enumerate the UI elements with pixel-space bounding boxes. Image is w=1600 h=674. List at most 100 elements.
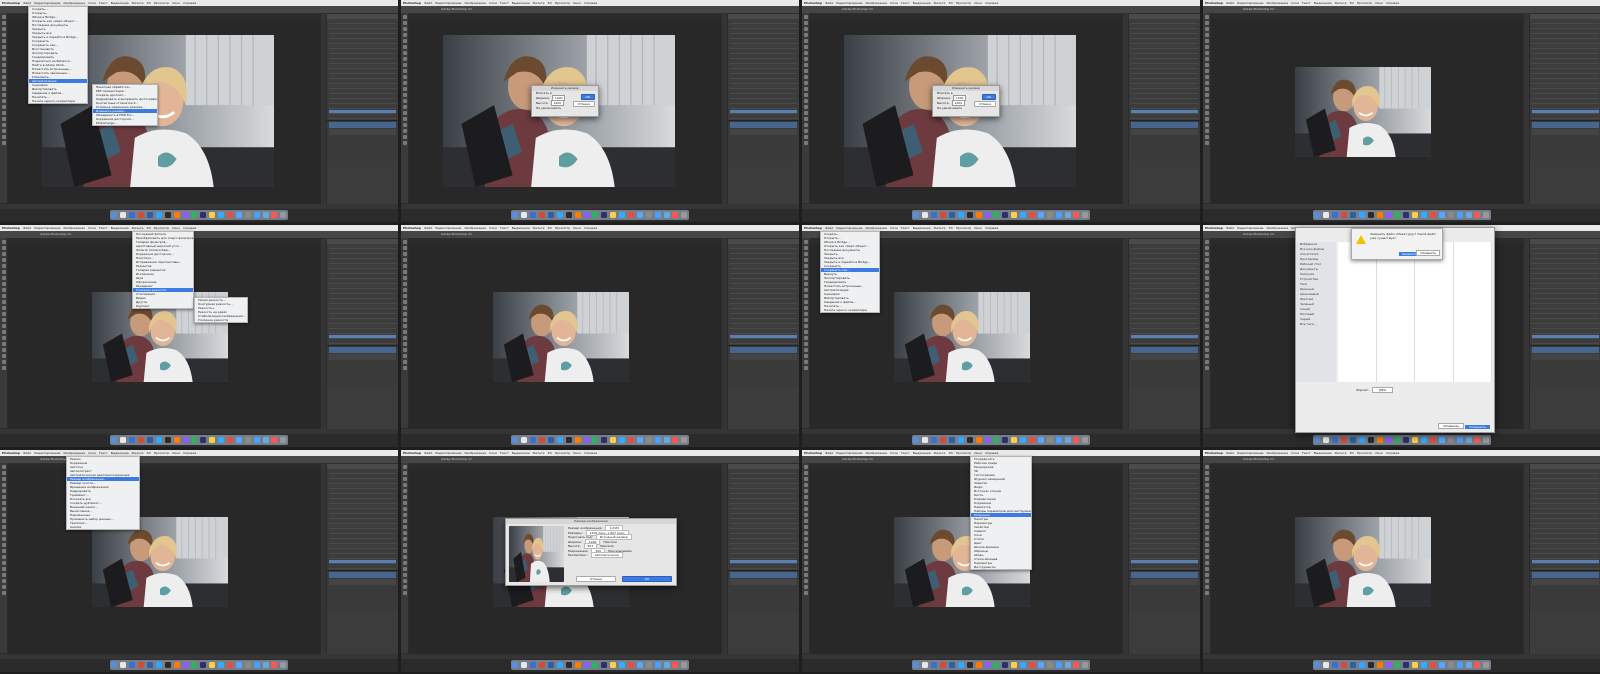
- action-row[interactable]: [1532, 35, 1599, 39]
- action-row[interactable]: [1532, 335, 1599, 339]
- dock-app-icon[interactable]: [966, 662, 973, 668]
- tool-icon[interactable]: [1204, 306, 1209, 310]
- action-row[interactable]: [1532, 315, 1599, 319]
- dock-app-icon[interactable]: [1037, 437, 1044, 443]
- action-row[interactable]: [329, 515, 396, 519]
- dock-app-icon[interactable]: [253, 662, 260, 668]
- action-row[interactable]: [1532, 50, 1599, 54]
- file-row[interactable]: [1377, 310, 1415, 314]
- menu-3[interactable]: Слои: [88, 1, 96, 5]
- tool-icon[interactable]: [1204, 519, 1209, 523]
- tool-icon[interactable]: [1, 258, 6, 262]
- dock-app-icon[interactable]: [1376, 212, 1383, 218]
- action-row[interactable]: [1532, 510, 1599, 514]
- tool-icon[interactable]: [1204, 276, 1209, 280]
- tool-icon[interactable]: [1204, 531, 1209, 535]
- dock-app-icon[interactable]: [1314, 662, 1321, 668]
- dock-app-icon[interactable]: [984, 212, 991, 218]
- cancel-button[interactable]: Отмена: [576, 576, 616, 582]
- tool-icon[interactable]: [402, 75, 407, 79]
- dock-app-icon[interactable]: [1412, 437, 1419, 443]
- tool-icon[interactable]: [1204, 312, 1209, 316]
- dock-app-icon[interactable]: [262, 662, 269, 668]
- tool-icon[interactable]: [402, 117, 407, 121]
- menu-1[interactable]: Редактирование: [435, 226, 461, 230]
- layer-row[interactable]: [329, 579, 396, 585]
- dock-app-icon[interactable]: [619, 437, 626, 443]
- action-row[interactable]: [329, 565, 396, 569]
- tool-icon[interactable]: [1204, 330, 1209, 334]
- action-row[interactable]: [1131, 65, 1198, 69]
- tool-icon[interactable]: [1, 27, 6, 31]
- layer-row[interactable]: [1532, 129, 1599, 135]
- action-row[interactable]: [1131, 95, 1198, 99]
- panel-tabs[interactable]: [327, 14, 398, 19]
- menu-2[interactable]: Изображение: [866, 1, 888, 5]
- action-row[interactable]: [329, 540, 396, 544]
- menu-8[interactable]: Просмотр: [154, 226, 169, 230]
- action-row[interactable]: [1131, 25, 1198, 29]
- dock-app-icon[interactable]: [1367, 437, 1374, 443]
- dock-app-icon[interactable]: [1350, 437, 1356, 443]
- action-row[interactable]: [1131, 335, 1198, 339]
- action-row[interactable]: [329, 105, 396, 109]
- action-row[interactable]: [1532, 500, 1599, 504]
- menu-9[interactable]: Окно: [573, 451, 581, 455]
- action-row[interactable]: [1131, 505, 1198, 509]
- dock-app-icon[interactable]: [1011, 212, 1018, 218]
- action-row[interactable]: [1131, 540, 1198, 544]
- tool-icon[interactable]: [803, 324, 808, 328]
- action-row[interactable]: [1532, 550, 1599, 554]
- tool-icon[interactable]: [402, 537, 407, 541]
- tool-icon[interactable]: [803, 573, 808, 577]
- tool-icon[interactable]: [1204, 69, 1209, 73]
- action-row[interactable]: [329, 85, 396, 89]
- dock-app-icon[interactable]: [663, 437, 670, 443]
- tool-icon[interactable]: [1204, 507, 1209, 511]
- dock-app-icon[interactable]: [120, 662, 127, 668]
- dock-app-icon[interactable]: [1465, 662, 1472, 668]
- menu-8[interactable]: Просмотр: [555, 1, 570, 5]
- menu-8[interactable]: Просмотр: [154, 1, 169, 5]
- app-menu[interactable]: Photoshop: [1205, 226, 1223, 230]
- tool-icon[interactable]: [803, 330, 808, 334]
- dock-app-icon[interactable]: [1046, 212, 1053, 218]
- menu-2[interactable]: Изображение: [1267, 451, 1289, 455]
- dock-app-icon[interactable]: [957, 662, 964, 668]
- tool-icon[interactable]: [402, 585, 407, 589]
- tool-icon[interactable]: [1204, 21, 1209, 25]
- menu-10[interactable]: Справка: [183, 1, 196, 5]
- tool-icon[interactable]: [1204, 294, 1209, 298]
- action-row[interactable]: [730, 305, 797, 309]
- menu-5[interactable]: Выделение: [111, 451, 129, 455]
- panel-tabs[interactable]: [1530, 14, 1600, 19]
- dock-app-icon[interactable]: [565, 437, 572, 443]
- dock-app-icon[interactable]: [1421, 437, 1428, 443]
- menu-2[interactable]: Изображение: [866, 451, 888, 455]
- action-row[interactable]: [1532, 85, 1599, 89]
- action-row[interactable]: [329, 30, 396, 34]
- tool-icon[interactable]: [402, 294, 407, 298]
- tool-icon[interactable]: [803, 69, 808, 73]
- action-row[interactable]: [1532, 475, 1599, 479]
- menu-2[interactable]: Изображение: [64, 226, 86, 230]
- tool-icon[interactable]: [1, 501, 6, 505]
- menu-9[interactable]: Окно: [1375, 1, 1383, 5]
- menu-6[interactable]: Фильтр: [1335, 1, 1347, 5]
- dock-app-icon[interactable]: [628, 437, 635, 443]
- action-row[interactable]: [1532, 325, 1599, 329]
- tool-icon[interactable]: [402, 282, 407, 286]
- tool-icon[interactable]: [1, 276, 6, 280]
- tool-icon[interactable]: [402, 15, 407, 19]
- action-row[interactable]: [1532, 490, 1599, 494]
- tool-icon[interactable]: [1204, 141, 1209, 145]
- action-row[interactable]: [730, 555, 797, 559]
- tool-icon[interactable]: [1, 324, 6, 328]
- tool-icon[interactable]: [803, 300, 808, 304]
- format-select[interactable]: JPEG: [1372, 387, 1394, 393]
- action-row[interactable]: [1131, 520, 1198, 524]
- tool-icon[interactable]: [402, 555, 407, 559]
- file-row[interactable]: [1454, 278, 1492, 282]
- action-row[interactable]: [1131, 50, 1198, 54]
- dock-app-icon[interactable]: [1020, 662, 1027, 668]
